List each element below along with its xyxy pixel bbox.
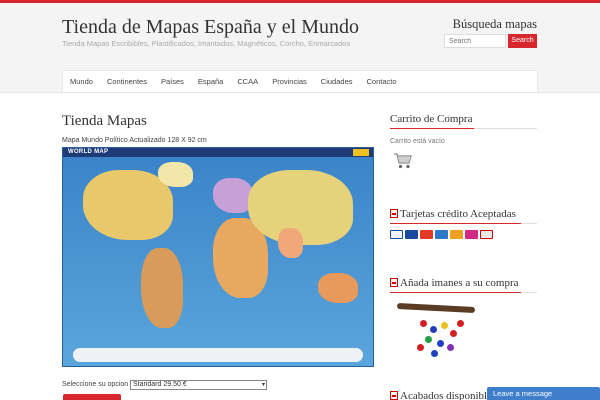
- cards-title-underline: [390, 223, 521, 224]
- cards-widget-title: Tarjetas crédito Aceptadas: [390, 208, 516, 220]
- nav-item-ciudades[interactable]: Ciudades: [314, 71, 360, 93]
- amex-icon: [435, 230, 448, 239]
- magnet-red: [417, 344, 424, 351]
- product-name[interactable]: Mapa Mundo Político Actualizado 128 X 92…: [62, 137, 207, 144]
- jcb-icon: [480, 230, 493, 239]
- nav-item-mundo[interactable]: Mundo: [63, 71, 100, 93]
- mastercard-icon: [420, 230, 433, 239]
- option-selected-value: Standard 29.50 €: [133, 381, 187, 388]
- map-header-band: WORLD MAP: [63, 148, 373, 157]
- europe-shape: [213, 178, 253, 213]
- nav-item-ccaa[interactable]: CCAA: [230, 71, 265, 93]
- map-title: WORLD MAP: [68, 149, 109, 155]
- site-title[interactable]: Tienda de Mapas España y el Mundo: [62, 16, 359, 39]
- leave-message-chat-button[interactable]: Leave a message: [487, 387, 600, 400]
- magnet-red: [420, 320, 427, 327]
- magnet-green: [425, 336, 432, 343]
- map-badge: [353, 149, 369, 156]
- magnet-red: [457, 320, 464, 327]
- visa-electron-icon: [405, 230, 418, 239]
- nav-item-contacto[interactable]: Contacto: [360, 71, 404, 93]
- site-description: Tienda Mapas Escribibles, Plastificados,…: [62, 39, 351, 48]
- magnet-blue: [437, 340, 444, 347]
- add-to-cart-button[interactable]: [63, 394, 121, 400]
- magnet-purple: [447, 344, 454, 351]
- magnets-title-underline: [390, 292, 521, 293]
- finishes-widget-title: Acabados disponibles: [390, 390, 496, 400]
- south-america-shape: [141, 248, 183, 328]
- maestro-icon: [450, 230, 463, 239]
- search-button[interactable]: Search: [508, 34, 537, 48]
- magnets-widget-title: Añada imanes a su compra: [390, 277, 519, 289]
- magnet-blue: [430, 326, 437, 333]
- india-shape: [278, 228, 303, 258]
- magnet-red: [450, 330, 457, 337]
- search-widget-title: Búsqueda mapas: [452, 17, 537, 31]
- nav-item-espana[interactable]: España: [191, 71, 230, 93]
- cart-empty-text: Carrito está vacío: [390, 138, 445, 145]
- option-label: Seleccione su opcion :: [62, 381, 133, 388]
- shopping-cart-icon[interactable]: [393, 152, 413, 170]
- magnet-blue: [431, 350, 438, 357]
- cart-title-underline: [390, 128, 474, 129]
- magnet-yellow: [441, 322, 448, 329]
- magnets-product-image[interactable]: [395, 300, 476, 360]
- pdf-icon: [390, 391, 398, 400]
- world-map-image[interactable]: WORLD MAP: [62, 147, 374, 367]
- search-input[interactable]: [444, 34, 506, 48]
- page-title: Tienda Mapas: [62, 113, 147, 129]
- nav-item-provincias[interactable]: Provincias: [265, 71, 314, 93]
- pdf-icon: [390, 278, 398, 287]
- greenland-shape: [158, 162, 193, 187]
- nav-item-continentes[interactable]: Continentes: [100, 71, 154, 93]
- australia-shape: [318, 273, 358, 303]
- nav-item-paises[interactable]: Países: [154, 71, 191, 93]
- chevron-down-icon: ▾: [261, 382, 265, 388]
- main-navigation: Mundo Continentes Países España CCAA Pro…: [62, 70, 538, 92]
- pdf-icon: [390, 209, 398, 218]
- antarctica-shape: [73, 348, 363, 362]
- option-select[interactable]: Standard 29.50 € ▾: [130, 380, 267, 390]
- visa-card-icon: [390, 230, 403, 239]
- discover-icon: [465, 230, 478, 239]
- payment-cards: [390, 230, 493, 239]
- cart-widget-title: Carrito de Compra: [390, 113, 473, 125]
- pen-image: [396, 302, 476, 314]
